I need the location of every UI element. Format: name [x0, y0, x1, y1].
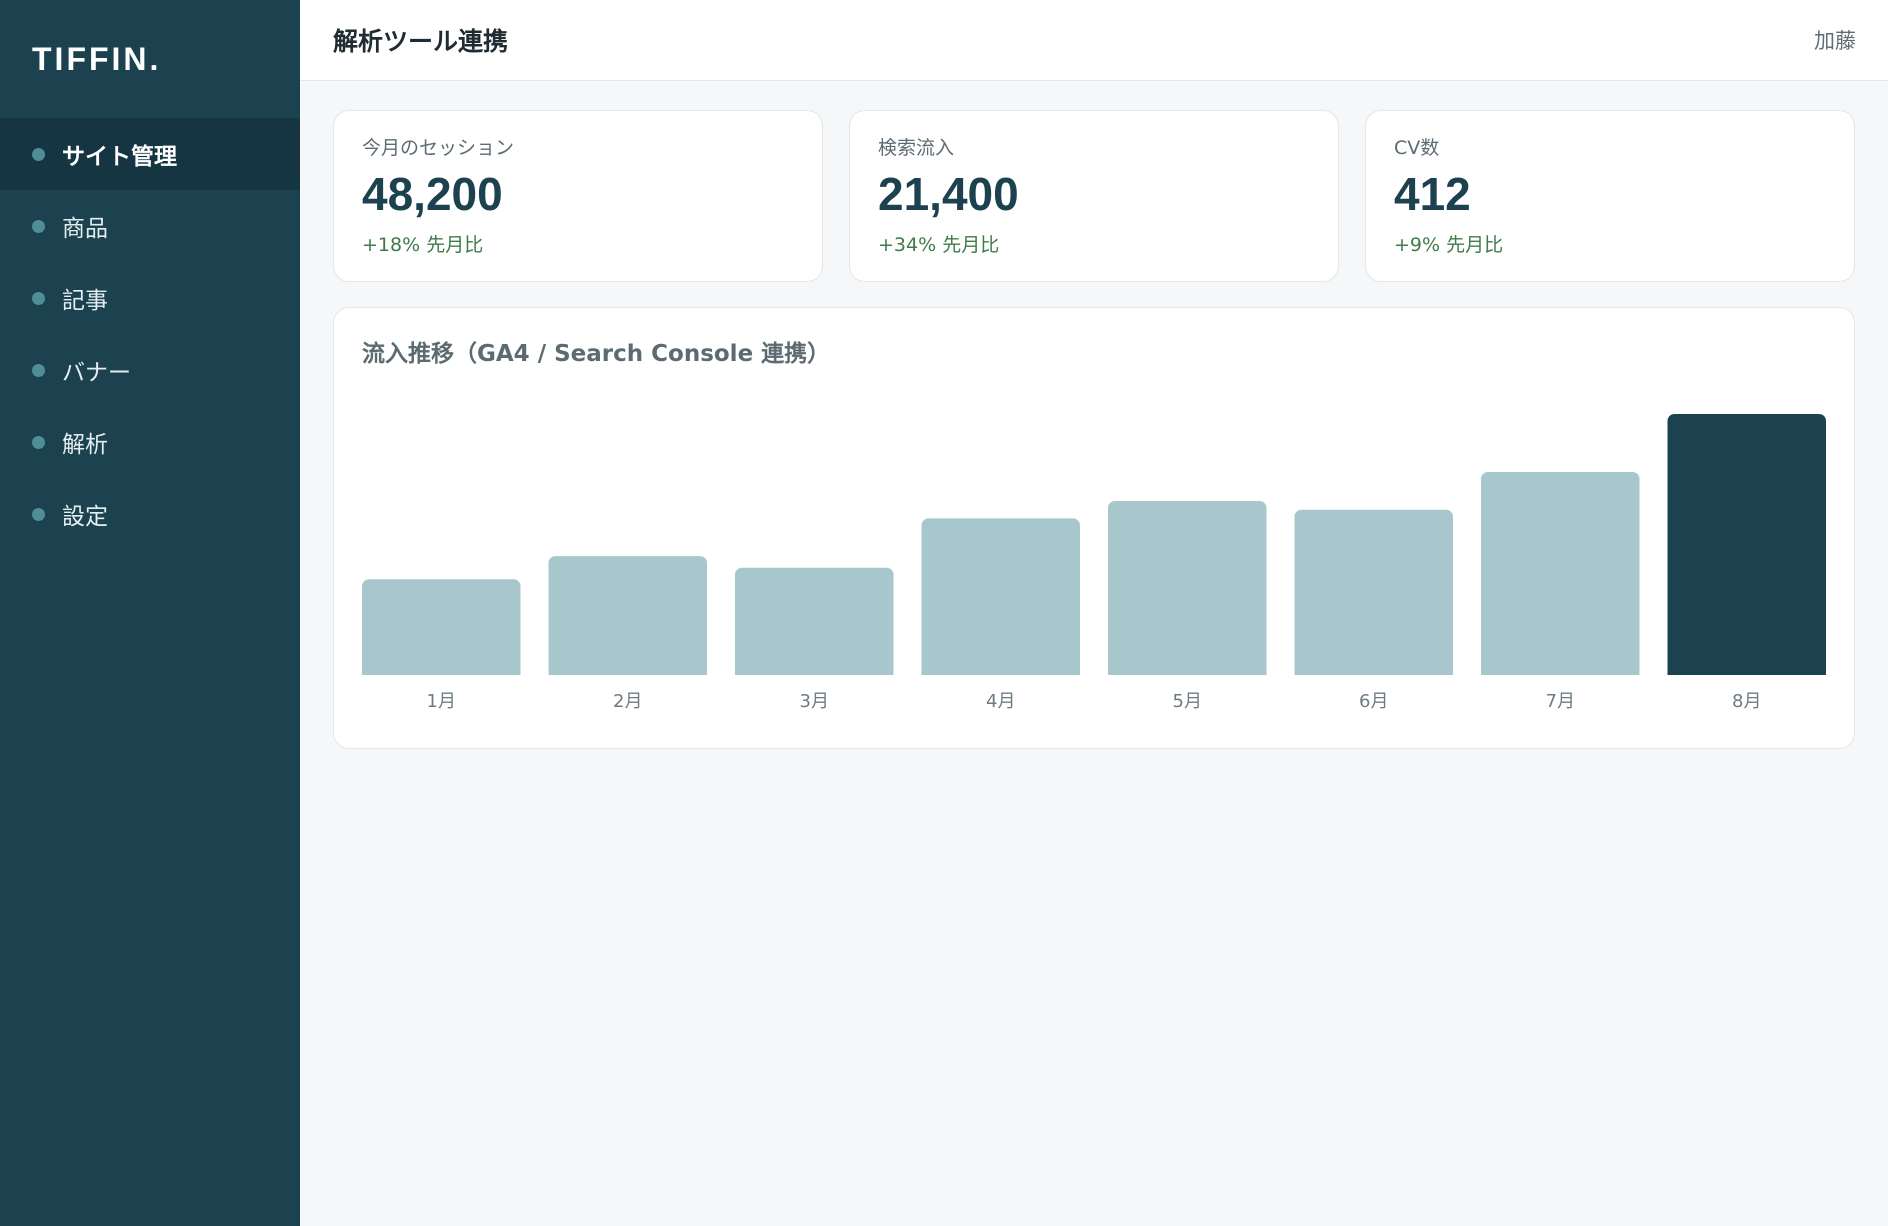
- sidebar-nav: サイト管理 商品 記事 バナー 解析 設定: [0, 118, 300, 550]
- kpi-card-sessions: 今月のセッション 48,200 +18% 先月比: [333, 110, 823, 282]
- bar-base-2: [548, 667, 707, 675]
- x-tick-label: 7月: [1546, 691, 1575, 712]
- sidebar-item-articles[interactable]: 記事: [0, 262, 300, 334]
- bar-base-3: [735, 667, 894, 675]
- bar-base-5: [1108, 667, 1267, 675]
- user-menu[interactable]: 加藤: [1814, 25, 1856, 55]
- bar-6[interactable]: [1294, 509, 1454, 675]
- bullet-dot-icon: [32, 507, 45, 521]
- kpi-card-search-traffic: 検索流入 21,400 +34% 先月比: [849, 110, 1339, 282]
- bullet-dot-icon: [32, 363, 45, 377]
- sidebar-item-label: 商品: [62, 216, 108, 242]
- app-root: TIFFIN. サイト管理 商品 記事 バナー 解析 設定 解析ツール連携 加藤…: [0, 0, 1888, 1226]
- main-area: 解析ツール連携 加藤 今月のセッション 48,200 +18% 先月比 検索流入…: [300, 0, 1888, 1226]
- bar-1[interactable]: [362, 579, 521, 675]
- dashboard-content: 今月のセッション 48,200 +18% 先月比 検索流入 21,400 +34…: [300, 81, 1888, 749]
- x-tick-label: 5月: [1173, 691, 1202, 712]
- bar-5[interactable]: [1108, 501, 1267, 675]
- bullet-dot-icon: [32, 219, 45, 233]
- sidebar-item-banners[interactable]: バナー: [0, 334, 300, 406]
- traffic-chart-card: 流入推移（GA4 / Search Console 連携） 1月 2月 3月 4月 5月…: [333, 307, 1855, 749]
- kpi-label: 今月のセッション: [362, 137, 515, 159]
- bar-base-6: [1294, 667, 1453, 675]
- x-tick-label: 3月: [800, 691, 829, 712]
- bar-base-7: [1481, 667, 1640, 675]
- kpi-delta: +34% 先月比: [878, 233, 1000, 256]
- kpi-label: CV数: [1394, 137, 1440, 159]
- sidebar-item-label: 設定: [62, 504, 108, 530]
- sidebar-item-products[interactable]: 商品: [0, 190, 300, 262]
- sidebar-item-analytics[interactable]: 解析: [0, 406, 300, 478]
- kpi-value: 21,400: [878, 168, 1019, 220]
- bullet-dot-icon: [32, 147, 45, 161]
- x-tick-label: 6月: [1359, 691, 1388, 712]
- x-tick-label: 4月: [986, 691, 1015, 712]
- kpi-label: 検索流入: [878, 137, 955, 159]
- bar-base-1: [362, 667, 521, 675]
- sidebar-item-label: 記事: [62, 288, 108, 314]
- kpi-delta: +18% 先月比: [362, 233, 484, 256]
- chart-title: 流入推移（GA4 / Search Console 連携）: [362, 341, 831, 367]
- kpi-value: 48,200: [362, 168, 503, 220]
- bullet-dot-icon: [32, 435, 45, 449]
- bar-3[interactable]: [735, 567, 894, 675]
- page-title: 解析ツール連携: [333, 27, 509, 56]
- traffic-bar-chart: 1月 2月 3月 4月 5月 6月 7月 8月: [362, 414, 1827, 712]
- bar-base-8: [1667, 667, 1826, 675]
- bar-base-4: [921, 667, 1080, 675]
- sidebar-item-settings[interactable]: 設定: [0, 478, 300, 550]
- x-tick-label: 2月: [613, 691, 642, 712]
- bullet-dot-icon: [32, 291, 45, 305]
- kpi-card-conversions: CV数 412 +9% 先月比: [1365, 110, 1855, 282]
- sidebar-item-label: バナー: [62, 360, 131, 386]
- bar-8[interactable]: [1667, 414, 1827, 675]
- bar-2[interactable]: [548, 556, 708, 675]
- brand-logo[interactable]: TIFFIN.: [0, 0, 300, 118]
- kpi-row: 今月のセッション 48,200 +18% 先月比 検索流入 21,400 +34…: [333, 110, 1855, 282]
- sidebar-item-label: 解析: [62, 432, 108, 458]
- bar-7[interactable]: [1481, 472, 1640, 675]
- x-tick-label: 1月: [427, 691, 456, 712]
- x-tick-label: 8月: [1732, 691, 1761, 712]
- kpi-delta: +9% 先月比: [1394, 233, 1504, 256]
- sidebar: TIFFIN. サイト管理 商品 記事 バナー 解析 設定: [0, 0, 300, 1226]
- top-bar: 解析ツール連携 加藤: [300, 0, 1888, 81]
- bar-4[interactable]: [921, 518, 1081, 675]
- kpi-value: 412: [1394, 168, 1471, 220]
- sidebar-item-site-management[interactable]: サイト管理: [0, 118, 300, 190]
- sidebar-item-label: サイト管理: [62, 144, 177, 170]
